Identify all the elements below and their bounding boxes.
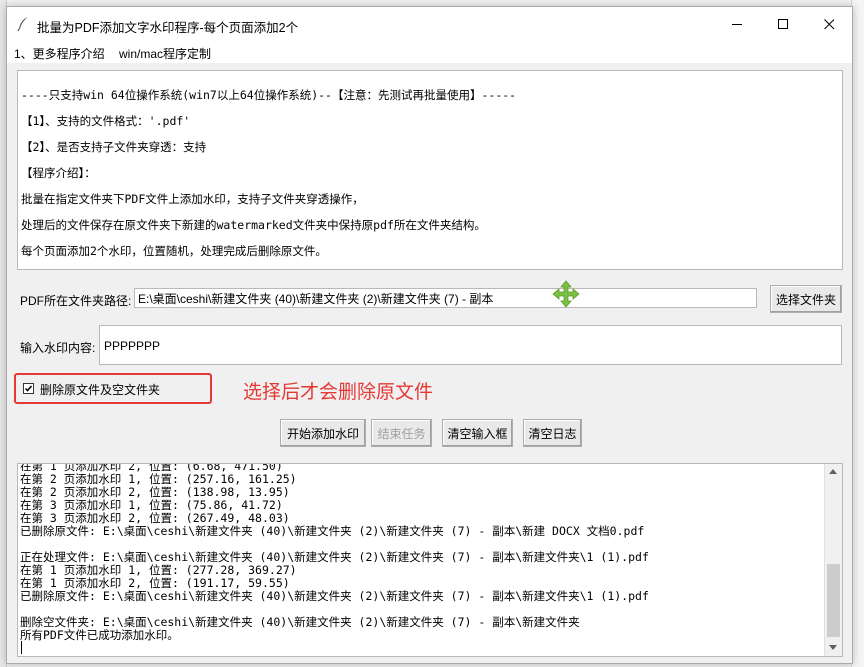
close-button[interactable] — [806, 7, 852, 41]
log-scrollbar[interactable] — [824, 464, 842, 656]
info-line: 批量在指定文件夹下PDF文件上添加水印，支持子文件夹穿透操作， — [21, 192, 364, 206]
log-line: 所有PDF文件已成功添加水印。 — [20, 628, 179, 642]
move-icon — [552, 280, 580, 308]
folder-path-input[interactable]: E:\桌面\ceshi\新建文件夹 (40)\新建文件夹 (2)\新建文件夹 (… — [134, 288, 757, 308]
info-text-area[interactable]: ----只支持win 64位操作系统(win7以上64位操作系统)--【注意：先… — [17, 70, 843, 270]
info-line: 【2】、是否支持子文件夹穿透：支持 — [21, 140, 207, 154]
text-caret — [21, 641, 22, 654]
info-line: ----只支持win 64位操作系统(win7以上64位操作系统)--【注意：先… — [21, 88, 517, 102]
menu-item-customize[interactable]: win/mac程序定制 — [119, 45, 211, 62]
minimize-icon — [731, 23, 742, 25]
menu-item-more-programs[interactable]: 1、更多程序介绍 — [14, 45, 105, 62]
scroll-thumb[interactable] — [827, 564, 840, 637]
folder-path-label: PDF所在文件夹路径: — [20, 294, 132, 308]
close-icon — [823, 18, 834, 29]
watermark-input[interactable]: PPPPPPP — [99, 325, 842, 365]
annotation-text: 选择后才会删除原文件 — [243, 382, 434, 403]
watermark-label: 输入水印内容: — [20, 341, 96, 355]
app-window: 批量为PDF添加文字水印程序-每个页面添加2个 1、更多程序介绍 win/mac… — [6, 6, 853, 664]
info-line: 【程序介绍】： — [21, 166, 96, 180]
feather-icon — [15, 16, 31, 32]
clear-input-button[interactable]: 清空输入框 — [442, 419, 513, 447]
log-line: 已删除原文件: E:\桌面\ceshi\新建文件夹 (40)\新建文件夹 (2)… — [20, 589, 649, 603]
browse-folder-button[interactable]: 选择文件夹 — [770, 285, 842, 313]
stop-task-button[interactable]: 结束任务 — [371, 419, 432, 447]
minimize-button[interactable] — [714, 7, 760, 41]
maximize-button[interactable] — [760, 7, 806, 41]
log-line: 已删除原文件: E:\桌面\ceshi\新建文件夹 (40)\新建文件夹 (2)… — [20, 524, 645, 538]
scroll-up-icon[interactable] — [829, 469, 837, 474]
clear-log-button[interactable]: 清空日志 — [523, 419, 582, 447]
info-line: 处理后的文件保存在原文件夹下新建的watermarked文件夹中保持原pdf所在… — [21, 218, 486, 232]
delete-original-label[interactable]: 删除原文件及空文件夹 — [40, 381, 160, 398]
delete-original-checkbox[interactable] — [23, 383, 34, 394]
title-bar[interactable]: 批量为PDF添加文字水印程序-每个页面添加2个 — [7, 7, 852, 41]
menu-bar: 1、更多程序介绍 win/mac程序定制 — [7, 41, 852, 63]
info-line: 每个页面添加2个水印，位置随机，处理完成后删除原文件。 — [21, 244, 327, 258]
info-line: 【1】、支持的文件格式：'.pdf' — [21, 114, 191, 128]
start-watermark-button[interactable]: 开始添加水印 — [280, 419, 366, 447]
log-text-area[interactable]: 在第 1 页添加水印 2, 位置: (6.68, 471.50) 在第 2 页添… — [17, 463, 843, 657]
window-title: 批量为PDF添加文字水印程序-每个页面添加2个 — [37, 21, 299, 35]
checkmark-icon — [24, 385, 33, 392]
maximize-icon — [777, 18, 788, 29]
scroll-down-icon[interactable] — [829, 645, 837, 650]
